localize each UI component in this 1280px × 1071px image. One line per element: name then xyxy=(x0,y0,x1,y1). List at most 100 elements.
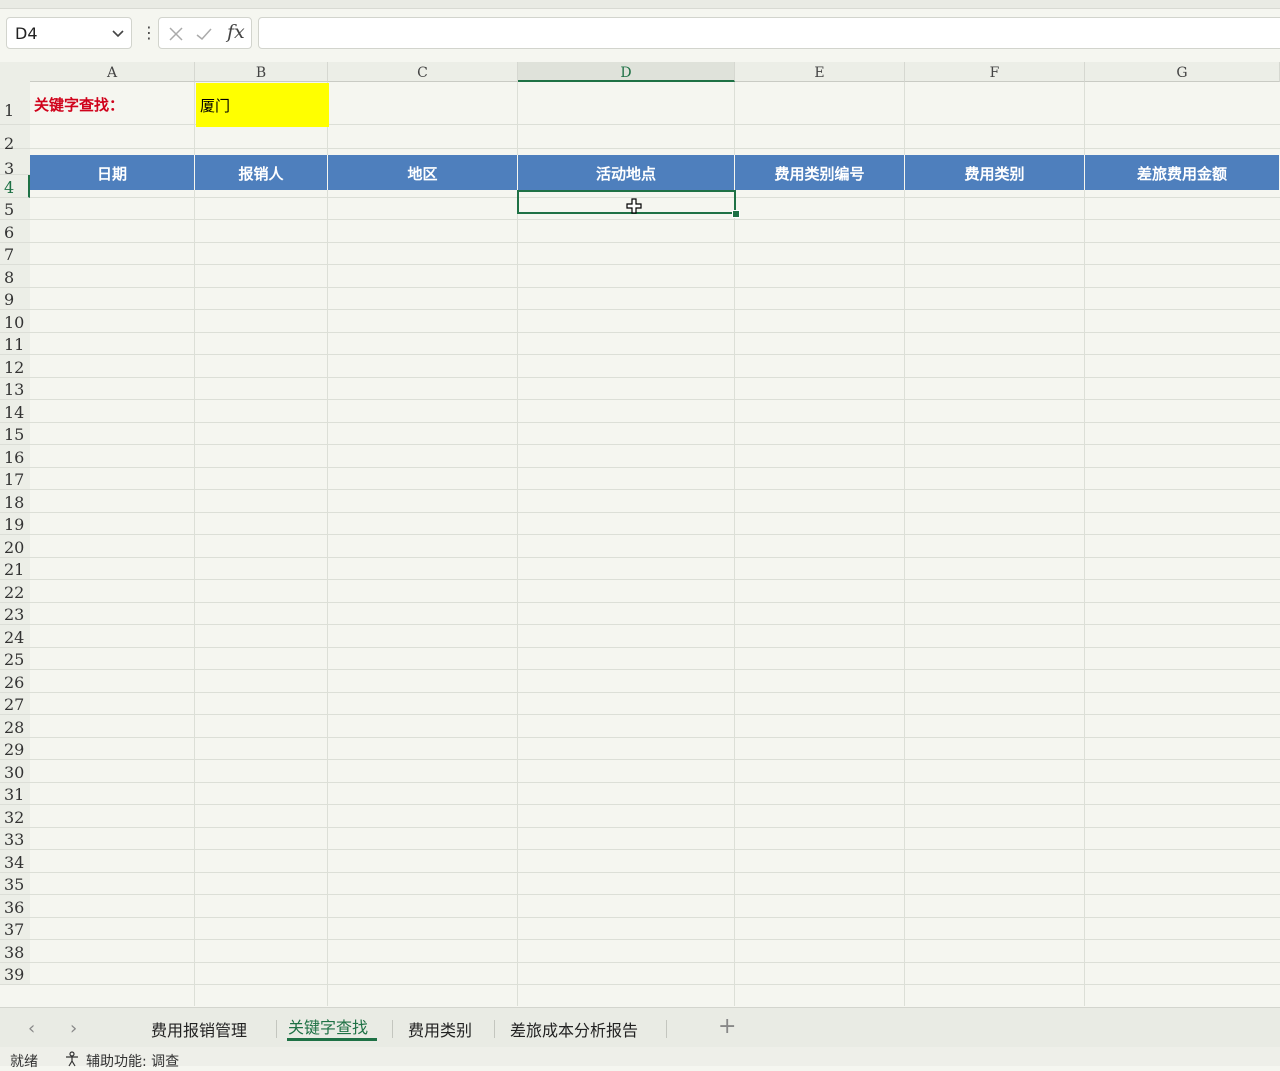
row-header-14[interactable]: 14 xyxy=(0,400,30,423)
row-gridline xyxy=(30,512,1280,513)
table-header-cell[interactable]: 地区 xyxy=(328,155,518,190)
row-gridline xyxy=(30,332,1280,333)
row-header-9[interactable]: 9 xyxy=(0,288,30,310)
row-gridline xyxy=(30,647,1280,648)
table-header-cell[interactable]: 差旅费用金额 xyxy=(1085,155,1280,190)
row-header-3[interactable]: 3 xyxy=(0,149,30,178)
select-all-corner[interactable] xyxy=(0,62,30,82)
column-gridline xyxy=(734,82,735,1006)
column-gridline xyxy=(327,82,328,1006)
row-header-23[interactable]: 23 xyxy=(0,603,30,625)
column-gridline xyxy=(194,82,195,1006)
row-gridline xyxy=(30,737,1280,738)
row-header-4[interactable]: 4 xyxy=(0,175,30,198)
tab-separator xyxy=(276,1020,277,1038)
name-box[interactable]: D4 xyxy=(6,17,132,49)
accessibility-icon[interactable] xyxy=(64,1051,80,1067)
row-header-33[interactable]: 33 xyxy=(0,828,30,850)
confirm-check-icon[interactable] xyxy=(195,25,213,43)
row-header-7[interactable]: 7 xyxy=(0,243,30,265)
insert-function-icon[interactable]: fx xyxy=(227,21,245,43)
column-gridline xyxy=(1084,82,1085,1006)
row-header-24[interactable]: 24 xyxy=(0,625,30,648)
table-header-cell[interactable]: 费用类别编号 xyxy=(735,155,905,190)
column-header-e[interactable]: E xyxy=(735,62,905,82)
row-header-6[interactable]: 6 xyxy=(0,220,30,243)
row-header-13[interactable]: 13 xyxy=(0,378,30,400)
row-header-16[interactable]: 16 xyxy=(0,445,30,468)
row-header-2[interactable]: 2 xyxy=(0,125,30,153)
row-gridline xyxy=(30,534,1280,535)
row-gridline xyxy=(30,669,1280,670)
row-header-39[interactable]: 39 xyxy=(0,963,30,985)
row-gridline xyxy=(30,467,1280,468)
column-gridline xyxy=(904,82,905,1006)
fill-handle[interactable] xyxy=(732,210,740,218)
column-header-b[interactable]: B xyxy=(195,62,328,82)
cell-a1-keyword-label: 关键字查找： xyxy=(34,96,125,114)
row-header-37[interactable]: 37 xyxy=(0,918,30,940)
row-header-34[interactable]: 34 xyxy=(0,850,30,873)
row-gridline xyxy=(30,962,1280,963)
row-header-28[interactable]: 28 xyxy=(0,715,30,738)
row-header-20[interactable]: 20 xyxy=(0,535,30,558)
cell-area[interactable]: 关键字查找： 厦门 日期 报销人 地区 活动地点 费用类别编号 费用类别 差旅费用金额 xyxy=(30,82,1280,1006)
tab-expense-management[interactable]: 费用报销管理 xyxy=(151,1017,247,1041)
row-header-27[interactable]: 27 xyxy=(0,693,30,715)
more-options-icon[interactable]: ⋮ xyxy=(141,23,157,42)
row-gridline xyxy=(30,759,1280,760)
cell-b1-keyword-input[interactable]: 厦门 xyxy=(196,83,329,127)
window-top-strip xyxy=(0,0,1280,9)
row-header-30[interactable]: 30 xyxy=(0,760,30,783)
sheet-tab-bar: ‹ › 费用报销管理 关键字查找 费用类别 差旅成本分析报告 + xyxy=(0,1007,1280,1048)
status-bar: 就绪 辅助功能: 调查 xyxy=(0,1047,1280,1070)
row-header-38[interactable]: 38 xyxy=(0,940,30,963)
add-sheet-icon[interactable]: + xyxy=(718,1014,736,1039)
row-header-5[interactable]: 5 xyxy=(0,198,30,220)
tab-keyword-search[interactable]: 关键字查找 xyxy=(288,1014,368,1038)
row-header-19[interactable]: 19 xyxy=(0,513,30,535)
status-accessibility[interactable]: 辅助功能: 调查 xyxy=(86,1051,179,1071)
chevron-right-icon[interactable]: › xyxy=(70,1018,77,1039)
row-gridline xyxy=(30,489,1280,490)
column-header-c[interactable]: C xyxy=(328,62,518,82)
row-header-18[interactable]: 18 xyxy=(0,490,30,513)
row-header-31[interactable]: 31 xyxy=(0,783,30,805)
table-header-cell[interactable]: 日期 xyxy=(30,155,195,190)
row-header-12[interactable]: 12 xyxy=(0,355,30,378)
row-header-17[interactable]: 17 xyxy=(0,468,30,490)
name-box-value: D4 xyxy=(15,24,38,43)
formula-input[interactable] xyxy=(258,17,1280,49)
cancel-icon[interactable] xyxy=(167,25,185,43)
tab-travel-cost-report[interactable]: 差旅成本分析报告 xyxy=(510,1017,638,1041)
row-header-10[interactable]: 10 xyxy=(0,310,30,333)
column-header-g[interactable]: G xyxy=(1085,62,1280,82)
table-header-cell[interactable]: 报销人 xyxy=(195,155,328,190)
row-gridline xyxy=(30,579,1280,580)
column-header-d[interactable]: D xyxy=(518,62,735,82)
row-header-8[interactable]: 8 xyxy=(0,265,30,288)
row-header-32[interactable]: 32 xyxy=(0,805,30,828)
chevron-down-icon[interactable] xyxy=(111,26,125,40)
row-header-29[interactable]: 29 xyxy=(0,738,30,760)
column-header-a[interactable]: A xyxy=(30,62,195,82)
tab-expense-category[interactable]: 费用类别 xyxy=(408,1017,472,1041)
row-gridline xyxy=(30,917,1280,918)
row-header-15[interactable]: 15 xyxy=(0,423,30,445)
row-header-25[interactable]: 25 xyxy=(0,648,30,670)
row-header-35[interactable]: 35 xyxy=(0,873,30,895)
row-gridline xyxy=(30,782,1280,783)
chevron-left-icon[interactable]: ‹ xyxy=(28,1018,35,1039)
row-header-36[interactable]: 36 xyxy=(0,895,30,918)
table-header-cell[interactable]: 费用类别 xyxy=(905,155,1085,190)
row-header-22[interactable]: 22 xyxy=(0,580,30,603)
status-ready: 就绪 xyxy=(10,1054,38,1070)
row-header-21[interactable]: 21 xyxy=(0,558,30,580)
row-header-11[interactable]: 11 xyxy=(0,333,30,355)
column-header-f[interactable]: F xyxy=(905,62,1085,82)
row-gridline xyxy=(30,287,1280,288)
row-header-26[interactable]: 26 xyxy=(0,670,30,693)
row-header-1[interactable]: 1 xyxy=(0,82,30,125)
row-gridline xyxy=(30,894,1280,895)
table-header-cell[interactable]: 活动地点 xyxy=(518,155,735,190)
